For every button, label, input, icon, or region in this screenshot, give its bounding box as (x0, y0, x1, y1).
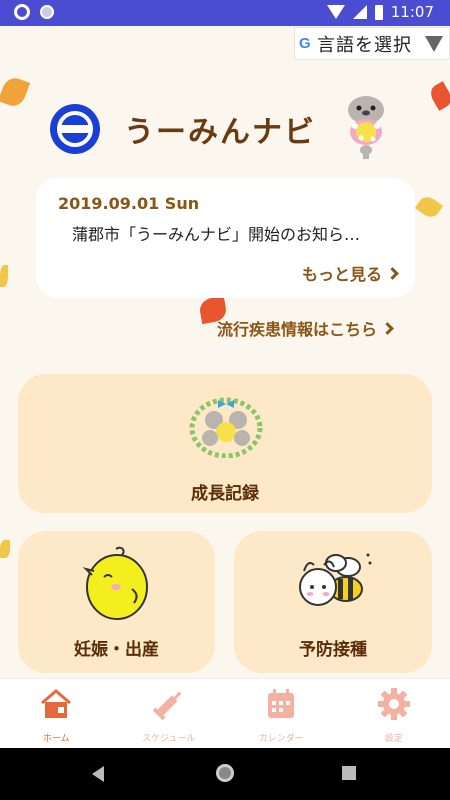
more-link[interactable]: もっと見る (301, 261, 399, 285)
translate-select[interactable]: G 言語を選択 (294, 27, 450, 60)
leaf-decoration-icon (0, 265, 8, 287)
nav-home[interactable]: ホーム (0, 679, 113, 748)
nav-settings[interactable]: 設定 (338, 679, 450, 748)
disease-info-label: 流行疾患情報はこちら (216, 320, 377, 339)
status-time: 11:07 (390, 3, 434, 21)
news-card[interactable]: 2019.09.01 Sun 蒲郡市「うーみんナビ」開始のお知ら… もっと見る (36, 178, 415, 298)
syringe-icon (152, 691, 182, 721)
nav-calendar[interactable]: カレンダー (225, 679, 338, 748)
recent-apps-icon[interactable] (342, 766, 356, 780)
bottom-nav: ホーム スケジュール カレンダー 設定 (0, 678, 450, 748)
nav-schedule[interactable]: スケジュール (113, 679, 226, 748)
system-nav-bar (0, 748, 450, 800)
nav-home-label: ホーム (42, 734, 70, 744)
umin-logo-icon (50, 104, 100, 154)
leaf-decoration-icon (0, 74, 31, 110)
more-link-label: もっと見る (301, 265, 382, 284)
dropdown-arrow-icon (425, 36, 443, 52)
nav-schedule-label: スケジュール (142, 734, 196, 744)
vaccine-label: 予防接種 (299, 640, 367, 660)
news-headline[interactable]: 蒲郡市「うーみんナビ」開始のお知ら… (72, 221, 392, 245)
home-button-icon[interactable] (216, 764, 234, 782)
app-title: うーみんナビ (124, 115, 316, 150)
mascot-icon (348, 96, 384, 159)
back-icon[interactable] (92, 766, 104, 782)
bee-icon (299, 553, 372, 606)
google-icon: G (299, 35, 311, 52)
nav-calendar-label: カレンダー (258, 734, 304, 744)
leaf-decoration-icon (427, 81, 450, 111)
vaccine-tile[interactable]: 予防接種 (234, 531, 432, 673)
chevron-right-icon (386, 266, 399, 280)
battery-icon (374, 4, 383, 20)
leaf-decoration-icon (414, 193, 444, 221)
chevron-right-icon (381, 321, 394, 335)
home-icon (41, 689, 72, 718)
wreath-mascots-icon (189, 397, 263, 458)
nav-settings-label: 設定 (384, 734, 403, 744)
settings-notification-icon (14, 4, 30, 20)
status-bar: 11:07 (0, 0, 450, 26)
translate-label: 言語を選択 (317, 34, 412, 56)
cell-signal-icon (352, 5, 367, 19)
wifi-icon (326, 5, 345, 19)
leaf-decoration-icon (0, 540, 10, 558)
disease-info-link[interactable]: 流行疾患情報はこちら (216, 316, 394, 340)
calendar-icon (268, 689, 295, 718)
pregnancy-tile[interactable]: 妊娠・出産 (18, 531, 215, 673)
news-date: 2019.09.01 Sun (58, 194, 200, 213)
growth-record-label: 成長記録 (191, 484, 259, 504)
chick-icon (82, 546, 148, 620)
pregnancy-label: 妊娠・出産 (74, 640, 159, 660)
gear-icon (377, 688, 410, 720)
growth-record-tile[interactable]: 成長記録 (18, 374, 432, 513)
notification-dot-icon (40, 5, 54, 19)
